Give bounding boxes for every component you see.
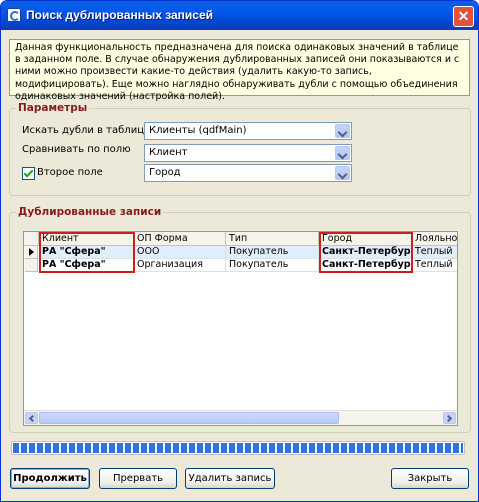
second-field-select[interactable]: Город (144, 164, 352, 182)
search-table-label: Искать дубли в таблице (22, 125, 151, 136)
column-header-type[interactable]: Тип (226, 232, 319, 246)
grid-corner (24, 232, 39, 246)
table-cell[interactable]: Покупатель (226, 259, 319, 272)
column-header-form[interactable]: ОП Форма (134, 232, 226, 246)
column-header-city[interactable]: Город (319, 232, 412, 246)
compare-field-value: Клиент (149, 147, 188, 158)
params-group-title: Параметры (16, 102, 90, 114)
horizontal-scrollbar[interactable] (24, 410, 457, 425)
title-bar[interactable]: Поиск дублированных записей ✕ (1, 1, 478, 30)
current-row-arrow-icon (29, 248, 34, 256)
search-table-select[interactable]: Клиенты (qdfMain) (144, 122, 352, 140)
close-window-button[interactable]: ✕ (453, 6, 474, 27)
row-indicator[interactable] (25, 246, 38, 259)
column-header-client[interactable]: Клиент (39, 232, 134, 246)
compare-field-label: Сравнивать по полю (22, 144, 131, 155)
table-cell[interactable]: Покупатель (226, 246, 319, 259)
table-cell[interactable]: Организация (134, 259, 226, 272)
scroll-right-icon[interactable] (443, 412, 456, 424)
window-title: Поиск дублированных записей (26, 8, 214, 22)
chevron-down-icon[interactable] (335, 166, 350, 180)
duplicate-search-dialog: Поиск дублированных записей ✕ Данная фун… (0, 0, 479, 502)
second-field-value: Город (149, 167, 181, 178)
continue-button[interactable]: Продолжить (10, 468, 90, 489)
close-button[interactable]: Закрыть (391, 468, 469, 489)
row-indicator[interactable] (25, 259, 38, 272)
table-cell[interactable]: Теплый (412, 259, 457, 272)
scrollbar-thumb[interactable] (39, 412, 339, 424)
duplicates-grid[interactable]: Клиент ОП Форма Тип Город Лояльно РА "Сф… (23, 231, 458, 426)
table-cell[interactable]: РА "Сфера" (39, 259, 134, 272)
table-cell[interactable]: РА "Сфера" (39, 246, 134, 259)
column-header-loyalty[interactable]: Лояльно (412, 232, 457, 246)
progress-fill (13, 443, 463, 453)
progress-bar (11, 441, 465, 455)
chevron-down-icon[interactable] (335, 146, 350, 160)
delete-record-button[interactable]: Удалить запись (185, 468, 275, 489)
compare-field-select[interactable]: Клиент (144, 144, 352, 162)
duplicates-group-title: Дублированные записи (16, 206, 164, 218)
second-field-label: Второе поле (37, 167, 103, 178)
table-cell[interactable]: Санкт-Петербург (319, 259, 412, 272)
app-icon (7, 8, 21, 22)
search-table-value: Клиенты (qdfMain) (149, 125, 247, 136)
second-field-checkbox[interactable] (22, 167, 35, 180)
info-description: Данная функциональность предназначена дл… (9, 39, 470, 102)
table-cell[interactable]: Теплый (412, 246, 457, 259)
table-cell[interactable]: Санкт-Петербург (319, 246, 412, 259)
abort-button[interactable]: Прервать (99, 468, 177, 489)
table-cell[interactable]: ООО (134, 246, 226, 259)
chevron-down-icon[interactable] (335, 124, 350, 138)
scroll-left-icon[interactable] (25, 412, 38, 424)
